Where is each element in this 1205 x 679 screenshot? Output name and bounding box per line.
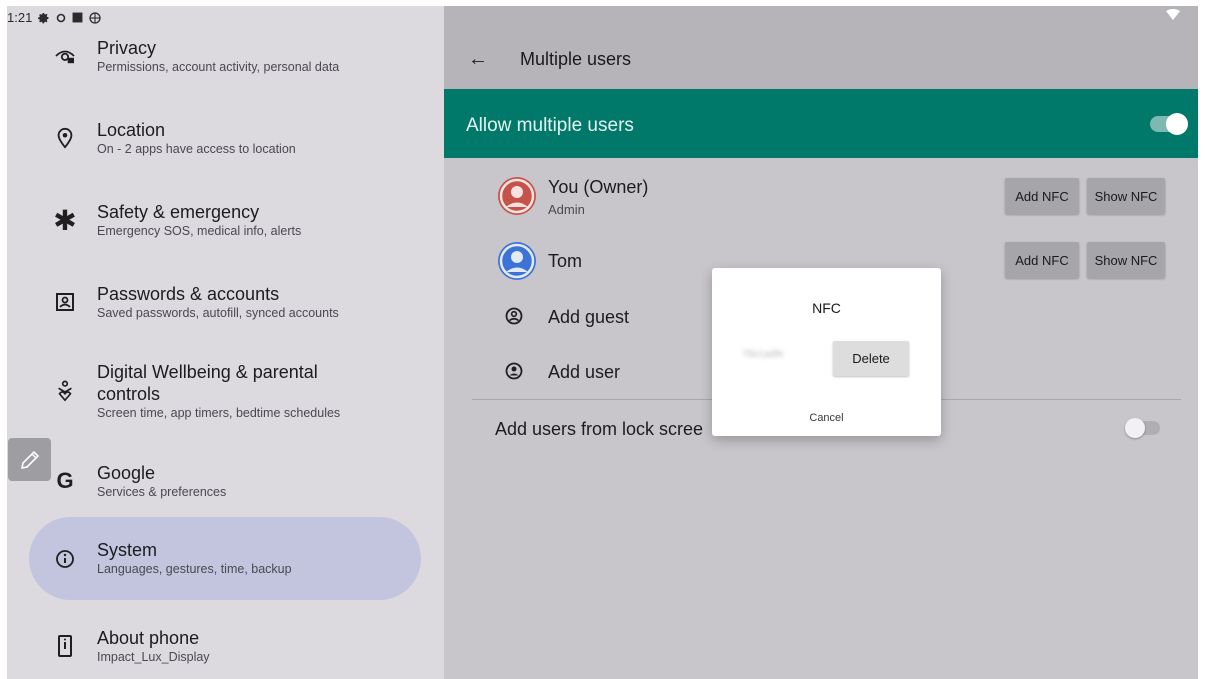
allow-multiple-users-toggle[interactable] [1150, 113, 1188, 135]
user-name: Tom [548, 251, 583, 271]
settings-item-subtitle: Services & preferences [97, 484, 227, 499]
settings-item-location[interactable]: Location On - 2 apps have access to loca… [29, 110, 421, 166]
edit-pencil-button[interactable] [8, 438, 51, 481]
add-guest-label: Add guest [548, 307, 630, 327]
toggle-knob [1125, 418, 1145, 438]
add-user-label: Add user [548, 362, 621, 382]
status-bar: 1:21 [7, 6, 1198, 30]
settings-item-subtitle: Saved passwords, autofill, synced accoun… [97, 305, 339, 320]
settings-item-about-phone[interactable]: About phone Impact_Lux_Display [29, 618, 421, 674]
user-role: Admin [548, 202, 585, 217]
lock-screen-toggle[interactable] [1125, 418, 1160, 438]
settings-item-google[interactable]: G Google Services & preferences [29, 453, 421, 509]
user-name: You (Owner) [548, 177, 649, 197]
user-avatar-icon [498, 177, 536, 215]
gear-icon [38, 12, 49, 23]
add-nfc-button[interactable]: Add NFC [1005, 178, 1079, 214]
location-icon [53, 126, 77, 150]
allow-multiple-users-label: Allow multiple users [466, 115, 634, 136]
privacy-icon [53, 44, 77, 68]
nfc-dialog: NFC 78e1adfe Delete Cancel [712, 268, 941, 436]
toggle-knob [1166, 113, 1188, 135]
settings-item-subtitle: Impact_Lux_Display [97, 649, 210, 664]
settings-item-title: Google [97, 462, 156, 483]
globe-icon [89, 11, 101, 24]
screen: 1:21 Privacy Permissions, account activi… [7, 6, 1198, 679]
add-user-icon [502, 359, 526, 383]
wellbeing-icon [53, 379, 77, 403]
circle-icon [57, 13, 66, 22]
status-time: 1:21 [7, 10, 33, 25]
user-avatar-icon [498, 242, 536, 280]
dialog-title: NFC [812, 300, 841, 316]
settings-item-subtitle: On - 2 apps have access to location [97, 141, 296, 156]
settings-item-system[interactable]: System Languages, gestures, time, backup [29, 517, 421, 600]
user-row-owner[interactable]: You (Owner) Admin Add NFC Show NFC [444, 174, 1198, 224]
settings-item-subtitle: Emergency SOS, medical info, alerts [97, 223, 302, 238]
asterisk-icon: ✱ [53, 204, 77, 236]
back-arrow-icon[interactable]: ← [468, 48, 488, 71]
settings-item-passwords[interactable]: Passwords & accounts Saved passwords, au… [29, 274, 421, 330]
show-nfc-button[interactable]: Show NFC [1087, 242, 1165, 278]
settings-item-subtitle: Permissions, account activity, personal … [97, 59, 340, 74]
settings-item-safety[interactable]: ✱ Safety & emergency Emergency SOS, medi… [29, 192, 421, 248]
settings-list: Privacy Permissions, account activity, p… [7, 6, 444, 679]
square-icon [72, 12, 83, 23]
settings-item-title-line2: controls [97, 383, 161, 404]
settings-item-title: Location [97, 119, 166, 140]
settings-item-privacy[interactable]: Privacy Permissions, account activity, p… [29, 28, 421, 84]
account-box-icon [53, 290, 77, 314]
guest-icon [502, 304, 526, 328]
settings-item-title-line1: Digital Wellbeing & parental [97, 361, 318, 382]
show-nfc-button[interactable]: Show NFC [1087, 178, 1165, 214]
settings-item-subtitle: Languages, gestures, time, backup [97, 562, 292, 576]
cancel-button[interactable]: Cancel [712, 412, 941, 424]
settings-item-title: Privacy [97, 37, 157, 58]
allow-multiple-users-row[interactable]: Allow multiple users [444, 89, 1198, 158]
wifi-icon [1166, 9, 1180, 24]
settings-item-wellbeing[interactable]: Digital Wellbeing & parental controls Sc… [29, 351, 421, 431]
google-g-icon: G [56, 468, 74, 493]
delete-button[interactable]: Delete [833, 341, 909, 376]
phone-icon [53, 634, 77, 658]
add-nfc-button[interactable]: Add NFC [1005, 242, 1079, 278]
settings-item-subtitle: Screen time, app timers, bedtime schedul… [97, 405, 341, 420]
pencil-icon [20, 450, 39, 469]
settings-item-title: Passwords & accounts [97, 283, 280, 304]
lock-screen-label[interactable]: Add users from lock scree [495, 419, 703, 440]
settings-item-title: Safety & emergency [97, 201, 260, 222]
settings-item-title: About phone [97, 627, 200, 648]
settings-item-title: System [97, 540, 158, 560]
info-icon [53, 547, 77, 571]
nfc-id-text: 78e1adfe [742, 349, 784, 360]
page-title: Multiple users [520, 49, 632, 69]
